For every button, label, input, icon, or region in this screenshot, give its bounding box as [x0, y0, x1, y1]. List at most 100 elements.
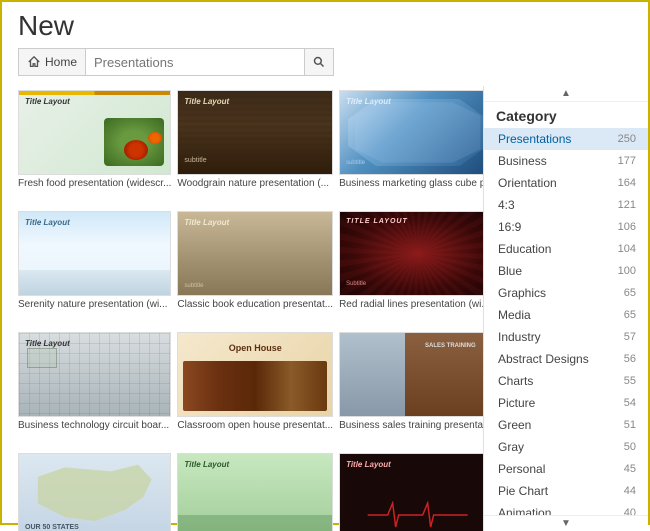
category-name: Business	[498, 152, 547, 170]
gallery-item[interactable]: Title Layout Business technology circuit…	[18, 332, 171, 447]
category-name: Green	[498, 416, 531, 434]
home-button[interactable]: Home	[18, 48, 85, 76]
category-item[interactable]: Industry57	[484, 326, 648, 348]
category-count: 104	[618, 241, 636, 258]
item-caption: Fresh food presentation (widescr...	[18, 177, 171, 190]
category-item[interactable]: Student 40	[484, 524, 648, 531]
category-count: 121	[618, 197, 636, 214]
category-name: Orientation	[498, 174, 557, 192]
category-name: 16:9	[498, 218, 521, 236]
item-caption: Business technology circuit boar...	[18, 419, 171, 432]
category-item[interactable]: 4:3 121	[484, 194, 648, 216]
thumbnail: OUR 50 STATES	[18, 453, 171, 531]
thumbnail: Title Layout	[18, 90, 171, 175]
item-caption: Classroom open house presentat...	[177, 419, 333, 432]
category-count: 65	[624, 285, 636, 302]
category-count: 54	[624, 395, 636, 412]
category-item[interactable]: 16:9 106	[484, 216, 648, 238]
category-name: Presentations	[498, 130, 571, 148]
gallery-item[interactable]: SALES TRAINING Business sales training p…	[339, 332, 483, 447]
thumbnail: TITLE LAYOUT Subtitle	[339, 211, 483, 296]
category-item[interactable]: Charts 55	[484, 370, 648, 392]
gallery-item[interactable]: Title Layout subtitle Classic book educa…	[177, 211, 333, 326]
gallery-item[interactable]: Title Layout Serenity nature presentatio…	[18, 211, 171, 326]
category-name: Media	[498, 306, 531, 324]
gallery-item[interactable]: Title Layout Fresh food presentation (wi…	[18, 90, 171, 205]
category-item[interactable]: Graphics 65	[484, 282, 648, 304]
header: New Home	[2, 2, 648, 86]
category-name: Industry	[498, 328, 541, 346]
category-item[interactable]: Abstract Designs 56	[484, 348, 648, 370]
category-count: 45	[624, 461, 636, 478]
page-title: New	[18, 10, 632, 42]
gallery: Title Layout Fresh food presentation (wi…	[2, 86, 483, 531]
thumbnail: Title Layout subtitle	[339, 90, 483, 175]
home-icon	[27, 55, 41, 69]
category-item[interactable]: Pie Chart 44	[484, 480, 648, 502]
gallery-item[interactable]: Title Layout Green title layout...	[177, 453, 333, 531]
category-item[interactable]: Education 104	[484, 238, 648, 260]
category-count: 55	[624, 373, 636, 390]
thumbnail: SALES TRAINING	[339, 332, 483, 417]
gallery-item[interactable]: Title Layout Red ECG presentation...	[339, 453, 483, 531]
home-label: Home	[45, 55, 77, 69]
category-item[interactable]: Media 65	[484, 304, 648, 326]
category-item[interactable]: Blue 100	[484, 260, 648, 282]
thumbnail: Title Layout subtitle	[177, 90, 333, 175]
search-input[interactable]	[85, 48, 305, 76]
item-caption: Red radial lines presentation (wi...	[339, 298, 483, 311]
category-name: Student	[498, 526, 539, 531]
category-item[interactable]: Personal 45	[484, 458, 648, 480]
category-count: 106	[618, 219, 636, 236]
category-count: 51	[624, 417, 636, 434]
category-count: 164	[618, 175, 636, 192]
gallery-item[interactable]: TITLE LAYOUT Subtitle Red radial lines p…	[339, 211, 483, 326]
main-content: Title Layout Fresh food presentation (wi…	[2, 86, 648, 531]
category-name: Blue	[498, 262, 522, 280]
sidebar-title: Category	[484, 102, 648, 128]
category-name: Gray	[498, 438, 524, 456]
category-count: 65	[624, 307, 636, 324]
category-count: 40	[624, 527, 636, 531]
category-count: 50	[624, 439, 636, 456]
thumbnail: Title Layout subtitle	[177, 211, 333, 296]
thumbnail: Title Layout	[18, 332, 171, 417]
thumbnail: Title Layout	[18, 211, 171, 296]
category-item[interactable]: Green 51	[484, 414, 648, 436]
category-name: Picture	[498, 394, 535, 412]
category-name: 4:3	[498, 196, 515, 214]
category-name: Charts	[498, 372, 533, 390]
category-count: 44	[624, 483, 636, 500]
search-icon	[313, 56, 325, 68]
scroll-up-button[interactable]: ▲	[484, 86, 648, 102]
search-button[interactable]	[305, 48, 334, 76]
item-caption: Classic book education presentat...	[177, 298, 333, 311]
thumbnail: Open House	[177, 332, 333, 417]
thumbnail: Title Layout	[177, 453, 333, 531]
category-item[interactable]: Orientation 164	[484, 172, 648, 194]
gallery-item[interactable]: OUR 50 STATES Our 50 states...	[18, 453, 171, 531]
gallery-item[interactable]: Title Layout subtitle Business marketing…	[339, 90, 483, 205]
item-caption: Woodgrain nature presentation (...	[177, 177, 333, 190]
category-name: Abstract Designs	[498, 350, 589, 368]
category-item[interactable]: Gray 50	[484, 436, 648, 458]
category-count: 177	[618, 153, 636, 170]
category-count: 56	[624, 351, 636, 368]
category-name: Education	[498, 240, 551, 258]
gallery-item[interactable]: Open House Classroom open house presenta…	[177, 332, 333, 447]
category-name: Pie Chart	[498, 482, 548, 500]
thumbnail: Title Layout	[339, 453, 483, 531]
category-count: 250	[618, 131, 636, 148]
search-bar: Home	[18, 48, 632, 76]
category-list: Presentations 250 Business 177 Orientation 16…	[484, 128, 648, 531]
sidebar: ▲ Category Presentations 250 Business 177 Or…	[483, 86, 648, 531]
category-item[interactable]: Picture 54	[484, 392, 648, 414]
category-count: 100	[618, 263, 636, 280]
category-item[interactable]: Business 177	[484, 150, 648, 172]
item-caption: Business sales training presentati...	[339, 419, 483, 432]
gallery-item[interactable]: Title Layout subtitle Woodgrain nature p…	[177, 90, 333, 205]
category-item[interactable]: Presentations 250	[484, 128, 648, 150]
category-name: Personal	[498, 460, 545, 478]
category-name: Graphics	[498, 284, 546, 302]
item-caption: Serenity nature presentation (wi...	[18, 298, 171, 311]
